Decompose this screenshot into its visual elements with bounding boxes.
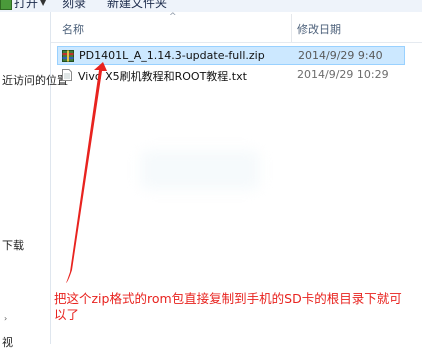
file-name: PD1401L_A_1.14.3-update-full.zip	[79, 49, 265, 62]
file-row[interactable]: Vivo X5刷机教程和ROOT教程.txt 2014/9/29 10:29	[57, 66, 405, 85]
open-icon	[0, 0, 12, 10]
file-row[interactable]: PD1401L_A_1.14.3-update-full.zip 2014/9/…	[57, 46, 405, 65]
new-folder-button[interactable]: 新建文件夹	[107, 0, 167, 11]
file-date: 2014/9/29 9:40	[298, 49, 383, 62]
column-divider[interactable]	[291, 14, 292, 42]
text-file-icon	[62, 69, 72, 81]
column-header-bar: 名称 ^ 修改日期	[51, 12, 422, 43]
open-button-label: 打开	[14, 0, 39, 10]
navigation-pane: 近访问的位置 下载 › 视	[0, 12, 68, 349]
blurred-region	[140, 150, 260, 190]
open-dropdown-icon[interactable]: ▼	[40, 0, 46, 7]
file-name: Vivo X5刷机教程和ROOT教程.txt	[78, 70, 247, 83]
column-header-date-modified[interactable]: 修改日期	[297, 21, 341, 37]
file-date: 2014/9/29 10:29	[297, 68, 389, 81]
annotation-arrow-shape	[66, 62, 107, 283]
open-button[interactable]: 打开	[0, 0, 38, 11]
annotation-text: 把这个zip格式的rom包直接复制到手机的SD卡的根目录下就可以了	[54, 291, 402, 322]
sort-ascending-icon: ^	[169, 12, 177, 22]
collapse-arrow-icon[interactable]: ›	[4, 314, 7, 323]
burn-button[interactable]: 刻录	[62, 0, 86, 11]
sidebar-item-videos[interactable]: 视	[2, 334, 13, 350]
sidebar-item-downloads[interactable]: 下载	[2, 237, 24, 253]
column-header-name[interactable]: 名称	[62, 21, 84, 37]
command-bar: 打开 ▼ 刻录 新建文件夹	[0, 0, 422, 12]
zip-archive-icon	[62, 50, 74, 62]
